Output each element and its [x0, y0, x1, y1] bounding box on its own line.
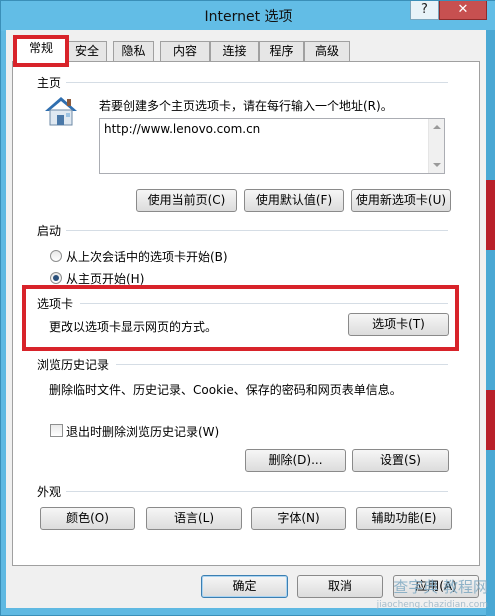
background-strip [486, 30, 495, 616]
history-settings-button[interactable]: 设置(S) [352, 449, 449, 472]
title-bar[interactable]: Internet 选项 ? ✕ [1, 1, 495, 31]
home-page-group-title: 主页 [37, 76, 62, 90]
startup-last-session-radio[interactable] [50, 250, 62, 262]
delete-history-on-exit-checkbox[interactable] [50, 424, 63, 437]
home-page-url-value: http://www.lenovo.com.cn [104, 122, 261, 136]
home-icon [43, 95, 79, 129]
highlight-tab-box [13, 35, 69, 67]
background-decoration [486, 180, 495, 250]
history-group-title: 浏览历史记录 [37, 358, 110, 372]
tab-connections[interactable]: 连接 [210, 41, 259, 61]
watermark-url: jiaocheng.chazidian.com [376, 600, 488, 610]
delete-history-button[interactable]: 删除(D)... [245, 449, 346, 472]
tab-advanced[interactable]: 高级 [304, 41, 350, 61]
use-current-page-button[interactable]: 使用当前页(C) [136, 189, 237, 212]
use-default-button[interactable]: 使用默认值(F) [244, 189, 344, 212]
tab-content[interactable]: 内容 [160, 41, 210, 61]
home-page-description: 若要创建多个主页选项卡，请在每行输入一个地址(R)。 [99, 99, 393, 113]
scroll-down-icon[interactable] [433, 163, 441, 167]
tab-security[interactable]: 安全 [67, 41, 107, 61]
group-divider [66, 82, 448, 83]
history-description: 删除临时文件、历史记录、Cookie、保存的密码和网页表单信息。 [49, 383, 402, 397]
help-button[interactable]: ? [410, 1, 439, 20]
group-divider [66, 230, 448, 231]
background-decoration [486, 390, 495, 450]
languages-button[interactable]: 语言(L) [146, 507, 242, 530]
appearance-group-title: 外观 [37, 485, 62, 499]
startup-group-title: 启动 [37, 224, 62, 238]
ok-button[interactable]: 确定 [201, 575, 288, 598]
delete-history-on-exit-label[interactable]: 退出时删除浏览历史记录(W) [66, 423, 219, 440]
radio-selected-indicator [53, 275, 59, 281]
close-button[interactable]: ✕ [439, 1, 487, 20]
highlight-tabs-group-box [22, 285, 459, 351]
use-new-tab-button[interactable]: 使用新选项卡(U) [351, 189, 451, 212]
colors-button[interactable]: 颜色(O) [40, 507, 135, 530]
group-divider [116, 364, 448, 365]
tab-programs[interactable]: 程序 [259, 41, 304, 61]
group-divider [66, 491, 448, 492]
accessibility-button[interactable]: 辅助功能(E) [356, 507, 452, 530]
scroll-up-icon[interactable] [433, 125, 441, 129]
startup-last-session-label[interactable]: 从上次会话中的选项卡开始(B) [66, 248, 228, 265]
site-watermark: 查字典 教程网 jiaocheng.chazidian.com [356, 578, 488, 616]
tab-privacy[interactable]: 隐私 [113, 41, 154, 61]
home-page-url-field[interactable]: http://www.lenovo.com.cn [99, 118, 445, 174]
startup-home-page-radio[interactable] [50, 272, 62, 284]
watermark-title: 查字典 教程网 [393, 578, 488, 596]
url-field-scrollbar[interactable] [428, 119, 444, 173]
fonts-button[interactable]: 字体(N) [251, 507, 346, 530]
